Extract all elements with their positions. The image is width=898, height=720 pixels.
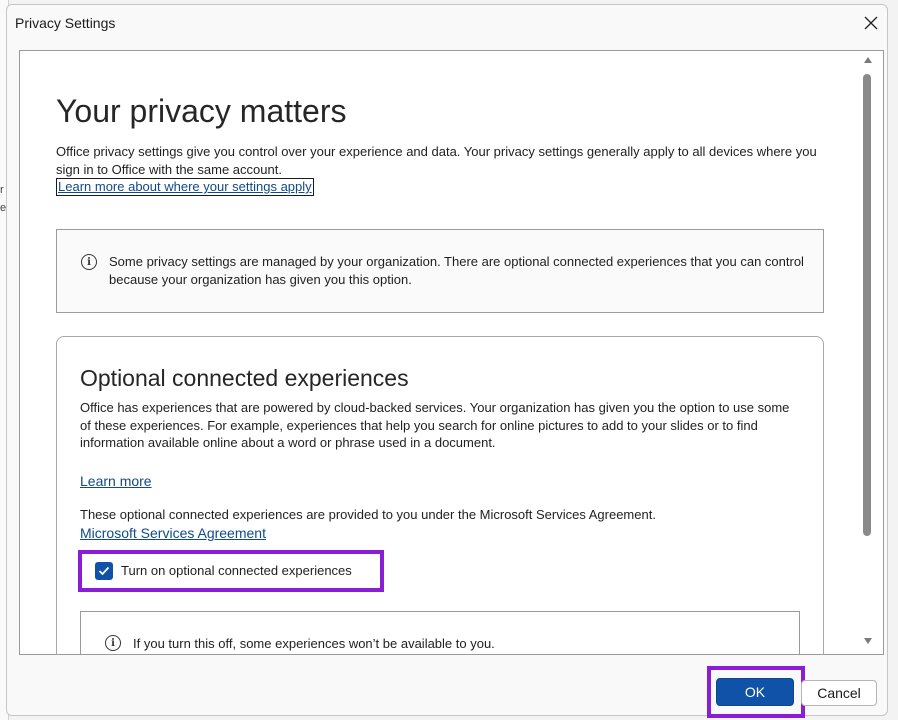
agreement-text: These optional connected experiences are… <box>80 507 656 522</box>
scroll-down-button[interactable] <box>858 637 878 651</box>
settings-scroll-pane[interactable]: Your privacy matters Office privacy sett… <box>19 50 884 655</box>
ok-button[interactable]: OK <box>716 678 794 706</box>
page-title: Your privacy matters <box>56 93 347 129</box>
turn-off-notice-text: If you turn this off, some experiences w… <box>133 636 495 651</box>
services-agreement-link[interactable]: Microsoft Services Agreement <box>80 525 266 541</box>
checkmark-icon <box>98 566 110 576</box>
section-description: Office has experiences that are powered … <box>80 400 790 450</box>
optional-experiences-card: Optional connected experiences Office ha… <box>56 336 824 654</box>
close-icon <box>864 16 878 30</box>
info-icon: i <box>81 254 97 270</box>
turn-off-notice: i If you turn this off, some experiences… <box>80 611 800 654</box>
managed-notice-text: Some privacy settings are managed by you… <box>109 254 804 287</box>
learn-more-link[interactable]: Learn more <box>80 473 152 489</box>
caret-down-icon <box>864 638 872 644</box>
info-icon: i <box>105 635 121 651</box>
settings-apply-link[interactable]: Learn more about where your settings app… <box>56 178 314 196</box>
checkbox-label[interactable]: Turn on optional connected experiences <box>121 563 352 578</box>
close-button[interactable] <box>855 9 887 37</box>
managed-settings-notice: i Some privacy settings are managed by y… <box>56 229 824 313</box>
privacy-description: Office privacy settings give you control… <box>56 144 817 177</box>
optional-experiences-checkbox[interactable] <box>95 562 113 580</box>
caret-up-icon <box>864 57 872 63</box>
scrollbar-thumb[interactable] <box>863 74 871 536</box>
scroll-up-button[interactable] <box>858 56 878 70</box>
cancel-button[interactable]: Cancel <box>801 680 877 706</box>
privacy-settings-dialog: Privacy Settings Your privacy matters Of… <box>6 4 888 716</box>
dialog-title: Privacy Settings <box>15 15 116 31</box>
background-text-fragment: r <box>0 184 4 196</box>
section-title: Optional connected experiences <box>80 365 409 391</box>
